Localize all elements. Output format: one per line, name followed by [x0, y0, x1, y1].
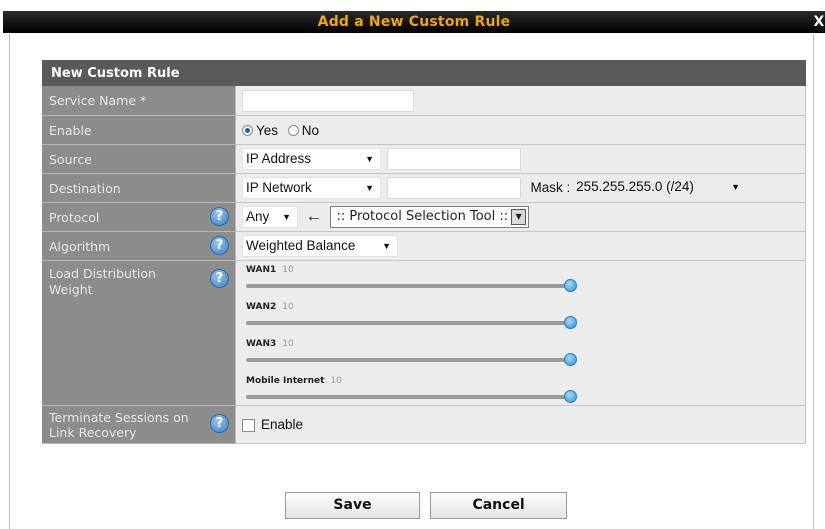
- save-button[interactable]: Save: [285, 492, 420, 519]
- mask-label: Mask :: [530, 179, 571, 195]
- destination-label: Destination: [42, 173, 236, 203]
- algorithm-value: Weighted Balance: [246, 238, 356, 253]
- protocol-label: Protocol: [49, 209, 100, 225]
- enable-no-radio[interactable]: [287, 125, 299, 137]
- cancel-button[interactable]: Cancel: [430, 492, 568, 519]
- enable-label: Enable: [42, 115, 236, 145]
- slider-wan1-value: 10: [282, 265, 294, 275]
- enable-yes-label: Yes: [256, 122, 279, 138]
- slider-track[interactable]: [246, 316, 577, 329]
- slider-wan1: WAN1 10: [246, 265, 805, 292]
- slider-wan3-value: 10: [282, 339, 294, 349]
- source-type-value: IP Address: [246, 151, 312, 166]
- service-name-label: Service Name *: [42, 85, 236, 116]
- source-type-select[interactable]: IP Address ▼: [242, 148, 381, 170]
- load-distribution-label: Load Distribution Weight: [49, 266, 156, 297]
- dialog-title: Add a New Custom Rule: [317, 14, 511, 30]
- form-header: New Custom Rule: [42, 60, 806, 86]
- chevron-down-icon: ▼: [511, 209, 527, 225]
- dialog-titlebar: Add a New Custom Rule X: [3, 11, 825, 33]
- mask-select[interactable]: 255.255.255.0 (/24) ▼: [574, 177, 746, 199]
- source-ip-input[interactable]: [386, 148, 521, 170]
- algorithm-label: Algorithm: [49, 238, 111, 254]
- slider-wan1-name: WAN1: [246, 265, 277, 275]
- protocol-selection-tool[interactable]: :: Protocol Selection Tool :: ▼: [329, 206, 530, 228]
- slider-track[interactable]: [246, 279, 577, 292]
- algorithm-select[interactable]: Weighted Balance ▼: [242, 235, 398, 257]
- enable-no-label: No: [301, 122, 320, 138]
- terminate-sessions-option: Enable: [261, 417, 304, 432]
- terminate-sessions-label: Terminate Sessions on Link Recovery: [49, 409, 189, 440]
- slider-thumb[interactable]: [564, 279, 577, 292]
- slider-wan3: WAN3 10: [246, 339, 805, 366]
- mask-value: 255.255.255.0 (/24): [576, 179, 694, 194]
- destination-ip-input[interactable]: [386, 177, 521, 199]
- slider-mobile-internet-name: Mobile Internet: [246, 376, 325, 386]
- slider-mobile-internet: Mobile Internet 10: [246, 376, 805, 403]
- help-icon[interactable]: ?: [210, 207, 229, 226]
- help-icon[interactable]: ?: [210, 269, 229, 288]
- destination-type-value: IP Network: [246, 180, 312, 195]
- custom-rule-form: New Custom Rule Service Name * Enable Ye…: [42, 60, 806, 444]
- chevron-down-icon: ▼: [382, 241, 391, 251]
- slider-track[interactable]: [246, 390, 577, 403]
- service-name-input[interactable]: [242, 89, 414, 112]
- help-icon[interactable]: ?: [210, 236, 229, 255]
- close-icon[interactable]: X: [813, 13, 825, 31]
- slider-thumb[interactable]: [564, 390, 577, 403]
- source-label: Source: [42, 144, 236, 174]
- slider-wan2-value: 10: [282, 302, 294, 312]
- weight-sliders: WAN1 10 WAN2 10 WAN3 10 Mobile Internet 10: [236, 261, 805, 405]
- slider-wan2: WAN2 10: [246, 302, 805, 329]
- terminate-sessions-checkbox[interactable]: [242, 418, 255, 432]
- slider-wan2-name: WAN2: [246, 302, 277, 312]
- protocol-selection-tool-label: :: Protocol Selection Tool ::: [336, 209, 509, 224]
- chevron-down-icon: ▼: [282, 212, 291, 222]
- slider-wan3-name: WAN3: [246, 339, 277, 349]
- dialog-buttons: Save Cancel: [285, 492, 568, 519]
- slider-thumb[interactable]: [564, 316, 577, 329]
- enable-yes-radio[interactable]: [242, 125, 253, 137]
- protocol-value: Any: [246, 209, 270, 224]
- slider-thumb[interactable]: [564, 353, 577, 366]
- destination-type-select[interactable]: IP Network ▼: [242, 177, 381, 199]
- slider-track[interactable]: [246, 353, 577, 366]
- arrow-left-icon: ←: [305, 208, 322, 225]
- protocol-select[interactable]: Any ▼: [242, 206, 298, 228]
- chevron-down-icon: ▼: [365, 154, 374, 164]
- slider-mobile-internet-value: 10: [330, 376, 342, 386]
- help-icon[interactable]: ?: [210, 414, 229, 433]
- chevron-down-icon: ▼: [731, 182, 741, 192]
- chevron-down-icon: ▼: [365, 183, 374, 193]
